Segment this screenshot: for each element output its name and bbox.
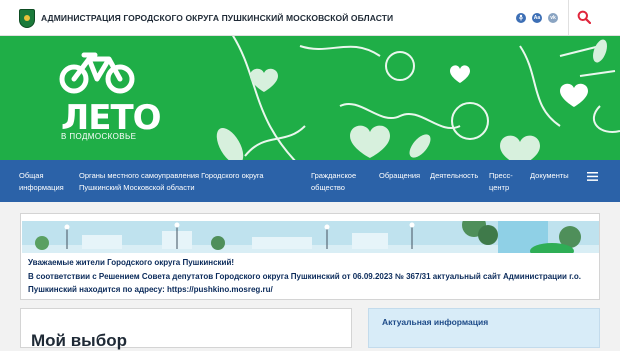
nav-civil-society[interactable]: Гражданское общество (311, 170, 356, 194)
top-header: АДМИНИСТРАЦИЯ ГОРОДСКОГО ОКРУГА ПУШКИНСК… (0, 0, 620, 36)
font-size-button[interactable]: Aa (532, 13, 542, 23)
my-choice-title: Мой выбор (31, 331, 127, 350)
nav-documents[interactable]: Документы (530, 170, 569, 182)
city-illustration (22, 221, 599, 253)
current-info-title: Актуальная информация (382, 317, 489, 327)
new-site-link[interactable]: https://pushkino.mosreg.ru/ (167, 285, 273, 294)
vk-icon[interactable]: vk (548, 13, 558, 23)
notice-greeting: Уважаемые жители Городского округа Пушки… (28, 258, 235, 267)
bicycle-icon (59, 52, 135, 94)
notice-body: В соответствии с Решением Совета депутат… (28, 271, 582, 281)
notice-address-label: Пушкинский находится по адресу: (28, 285, 167, 294)
search-icon[interactable] (577, 10, 591, 24)
site-moved-notice: Уважаемые жители Городского округа Пушки… (20, 213, 600, 300)
main-navigation: Общая информация Органы местного самоупра… (0, 160, 620, 202)
site-title[interactable]: АДМИНИСТРАЦИЯ ГОРОДСКОГО ОКРУГА ПУШКИНСК… (41, 13, 393, 23)
nav-activity[interactable]: Деятельность (430, 170, 478, 182)
nav-appeals[interactable]: Обращения (379, 170, 420, 182)
notice-text: Уважаемые жители Городского округа Пушки… (28, 256, 588, 297)
nav-press-center[interactable]: Пресс-центр (489, 170, 513, 194)
nav-local-government[interactable]: Органы местного самоуправления Городског… (79, 170, 264, 194)
summer-banner[interactable]: ЛЕТО В ПОДМОСКОВЬЕ (0, 36, 620, 160)
my-choice-card[interactable]: Мой выбор (20, 308, 352, 350)
header-divider (568, 0, 569, 36)
banner-subtitle: В ПОДМОСКОВЬЕ (61, 132, 137, 141)
current-info-card[interactable]: Актуальная информация (368, 308, 600, 348)
nav-general-info[interactable]: Общая информация (19, 170, 64, 194)
accessibility-icon[interactable] (516, 13, 526, 23)
hamburger-icon[interactable] (587, 172, 598, 181)
coat-of-arms-logo[interactable] (19, 9, 35, 28)
